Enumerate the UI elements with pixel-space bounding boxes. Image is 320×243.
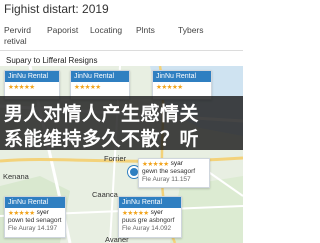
map-place-label: Caanca (92, 190, 118, 199)
rating-text: syer (36, 209, 49, 216)
rental-card-title: JinNu Rental (71, 71, 129, 82)
tab-label-second-line: retival (4, 36, 27, 46)
map-place-label: Kenana (3, 172, 29, 181)
tab-label: Locating (90, 25, 123, 35)
tab-tybers[interactable]: Tybers (178, 25, 204, 36)
star-rating: ★★★★★ (122, 209, 149, 217)
rental-card-title: JinNu Rental (153, 71, 211, 82)
rental-card[interactable]: JinNu Rental ★★★★★ syer puus gre asbngorf… (118, 196, 182, 238)
rental-card-address: Fle Auray 14.092 (122, 225, 172, 232)
rental-card-description: pown ted senagort (8, 217, 62, 224)
caption-line: 男人对情人产生感情关 (4, 104, 200, 125)
section-subtitle: Supary to Lifferal Resigns (6, 56, 98, 65)
rating-text: syar (170, 160, 183, 167)
tab-label: Paporist (47, 25, 79, 35)
star-rating: ★★★★★ (74, 83, 101, 91)
rental-card-description: puus gre asbngorf (122, 217, 175, 224)
map-place-label: Forrier (104, 154, 127, 163)
tab-plnts[interactable]: Plnts (136, 25, 155, 36)
rental-card-description: gewn the sesagorf (142, 168, 196, 175)
star-rating: ★★★★★ (142, 160, 169, 168)
tab-bar: Pervird retival Paporist Locating Plnts … (0, 25, 243, 49)
star-rating: ★★★★★ (8, 209, 35, 217)
star-rating: ★★★★★ (156, 83, 183, 91)
rental-card[interactable]: ★★★★★ syar gewn the sesagorf Fle Auray 11… (138, 158, 210, 188)
caption-overlay: 男人对情人产生感情关 系能维持多久不散？听 (0, 96, 243, 150)
map-view[interactable]: Forrier Kenana Caanca Avaner JinNu Renta… (0, 66, 243, 243)
tab-locating[interactable]: Locating (90, 25, 122, 36)
caption-line: 系能维持多久不散？听 (4, 129, 200, 150)
rental-card-title: JinNu Rental (5, 197, 65, 208)
rental-card-address: Fle Auray 14.197 (8, 225, 58, 232)
page-title: Fighist distart: 2019 (4, 2, 109, 16)
tab-label: Tybers (178, 25, 204, 35)
tab-label: Pervird (4, 25, 31, 35)
rating-text: syer (150, 209, 163, 216)
rental-card[interactable]: JinNu Rental ★★★★★ syer pown ted senagort… (4, 196, 66, 238)
rental-card-address: Fle Auray 11.157 (142, 176, 191, 183)
star-rating: ★★★★★ (8, 83, 35, 91)
tab-pervird[interactable]: Pervird retival (4, 25, 31, 47)
tab-paporist[interactable]: Paporist (47, 25, 78, 36)
tab-label: Plnts (136, 25, 155, 35)
tabs-divider (0, 50, 243, 51)
rental-card-title: JinNu Rental (5, 71, 59, 82)
rental-card-title: JinNu Rental (119, 197, 181, 208)
